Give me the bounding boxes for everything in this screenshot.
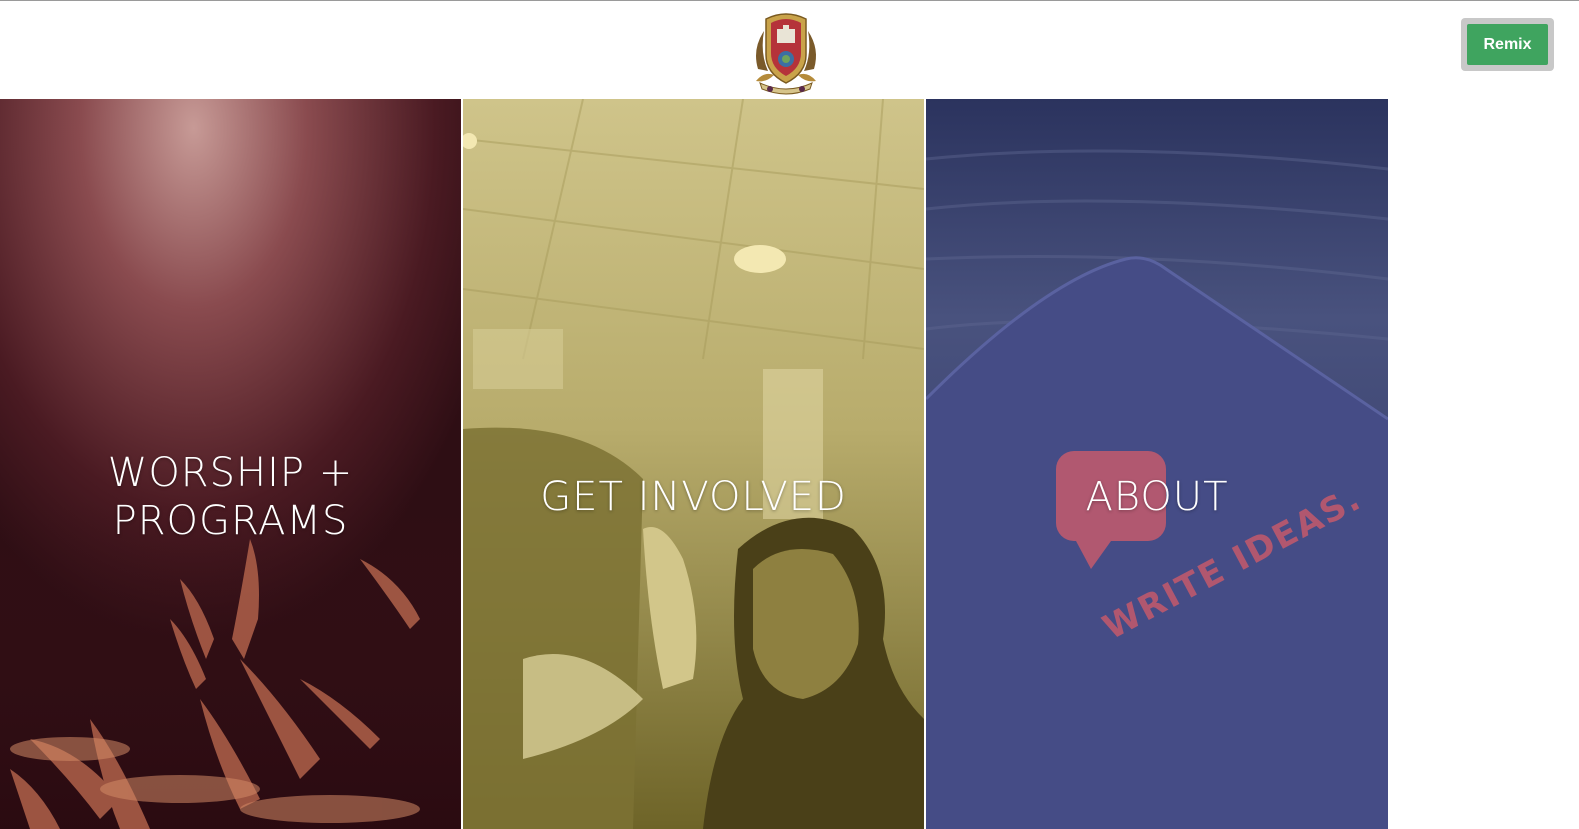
remix-button-frame: Remix: [1461, 18, 1554, 71]
site-header: Remix: [0, 1, 1579, 99]
panel-worship-programs[interactable]: WORSHIP + PROGRAMS: [0, 99, 461, 829]
notebook-write-ideas-photo: WRITE IDEAS.: [926, 99, 1388, 829]
panel-get-involved[interactable]: GET INVOLVED: [463, 99, 924, 829]
man-clapping-in-congregation-photo: [463, 99, 924, 829]
panel-get-involved-label: GET INVOLVED: [540, 474, 847, 520]
church-crest-logo[interactable]: [750, 9, 822, 95]
panel-worship-programs-label: WORSHIP + PROGRAMS: [107, 450, 354, 544]
remix-button[interactable]: Remix: [1467, 24, 1548, 65]
panel-about-label: ABOUT: [1085, 474, 1229, 520]
feature-panels: WORSHIP + PROGRAMS GET INVOLVED WRITE ID…: [0, 99, 1388, 829]
panel-about[interactable]: WRITE IDEAS. ABOUT: [926, 99, 1388, 829]
